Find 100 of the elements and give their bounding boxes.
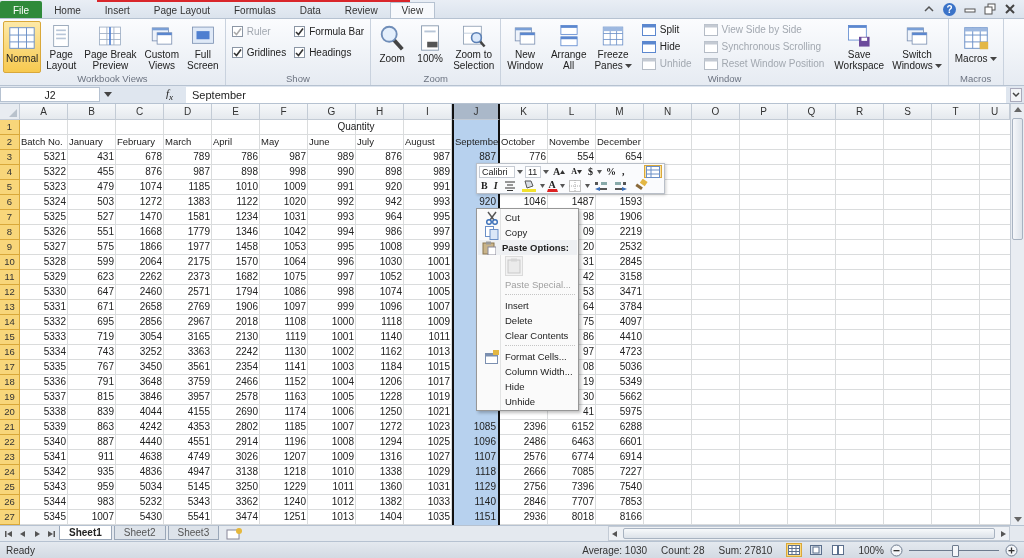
table-cell: 2845 bbox=[619, 256, 642, 267]
table-cell: 671 bbox=[97, 301, 114, 312]
table-cell: February bbox=[117, 136, 155, 147]
table-cell: 431 bbox=[97, 151, 114, 162]
table-cell: October bbox=[501, 136, 535, 147]
table-cell: 2242 bbox=[235, 346, 258, 357]
table-cell: 1010 bbox=[331, 466, 354, 477]
table-cell: 999 bbox=[433, 241, 450, 252]
table-cell: 1581 bbox=[187, 211, 210, 222]
table-cell: 3158 bbox=[619, 271, 642, 282]
table-cell: 2846 bbox=[523, 496, 546, 507]
table-cell: 1011 bbox=[332, 481, 354, 492]
table-cell: 1006 bbox=[331, 406, 354, 417]
table-cell: 1001 bbox=[427, 256, 450, 267]
table-cell: 695 bbox=[97, 316, 114, 327]
table-cell: 1163 bbox=[284, 391, 306, 402]
table-cell: 4097 bbox=[619, 316, 642, 327]
table-cell: 8166 bbox=[619, 511, 642, 522]
table-cell: 1005 bbox=[331, 391, 354, 402]
table-cell: 5321 bbox=[43, 151, 66, 162]
table-cell: 1360 bbox=[379, 481, 402, 492]
table-cell: 5975 bbox=[619, 406, 642, 417]
table-cell: 19 bbox=[582, 376, 594, 387]
table-cell: 5340 bbox=[43, 436, 66, 447]
table-cell: 1118 bbox=[381, 316, 402, 327]
table-cell: 98 bbox=[582, 211, 594, 222]
table-cell: 41 bbox=[582, 406, 594, 417]
table-cell: 1906 bbox=[235, 301, 258, 312]
table-cell: 2354 bbox=[235, 361, 258, 372]
table-cell: 1251 bbox=[283, 511, 306, 522]
table-cell: 998 bbox=[337, 286, 354, 297]
table-cell: 997 bbox=[337, 271, 354, 282]
table-cell: 654 bbox=[625, 151, 642, 162]
table-cell: 09 bbox=[582, 226, 594, 237]
table-cell: 20 bbox=[582, 241, 594, 252]
table-cell: 1118 bbox=[475, 466, 496, 477]
table-cell: 31 bbox=[582, 256, 594, 267]
table-cell: 1075 bbox=[283, 271, 306, 282]
table-cell: 623 bbox=[97, 271, 114, 282]
table-cell: 2460 bbox=[139, 286, 162, 297]
table-cell: 2936 bbox=[523, 511, 546, 522]
table-cell: 5328 bbox=[43, 256, 66, 267]
table-cell: 647 bbox=[97, 286, 114, 297]
table-cell: 999 bbox=[337, 301, 354, 312]
table-cell: 5339 bbox=[43, 421, 66, 432]
table-cell: 4440 bbox=[139, 436, 162, 447]
table-cell: 1008 bbox=[379, 241, 402, 252]
table-cell: 887 bbox=[97, 436, 114, 447]
table-cell: 5325 bbox=[43, 211, 66, 222]
table-cell: 5335 bbox=[43, 361, 66, 372]
table-cell: 4155 bbox=[187, 406, 210, 417]
table-cell: 1074 bbox=[379, 286, 402, 297]
table-cell: 920 bbox=[385, 181, 402, 192]
table-cell: 1228 bbox=[379, 391, 402, 402]
table-cell: 5541 bbox=[187, 511, 210, 522]
table-cell: 1023 bbox=[427, 421, 450, 432]
table-cell: 1218 bbox=[283, 466, 306, 477]
table-cell: 5034 bbox=[139, 481, 162, 492]
table-cell: 2175 bbox=[187, 256, 210, 267]
table-cell: 1316 bbox=[379, 451, 402, 462]
table-cell: 1668 bbox=[139, 226, 162, 237]
table-cell: 1129 bbox=[474, 481, 496, 492]
table-cell: 5343 bbox=[43, 481, 66, 492]
table-cell: 989 bbox=[337, 151, 354, 162]
table-cell: 1122 bbox=[236, 196, 258, 207]
table-cell: 1007 bbox=[427, 301, 450, 312]
table-cell: 1130 bbox=[284, 346, 306, 357]
table-cell: 997 bbox=[433, 226, 450, 237]
table-cell: 2769 bbox=[187, 301, 210, 312]
table-cell: July bbox=[357, 136, 374, 147]
table-cell: 3957 bbox=[187, 391, 210, 402]
table-cell: 1977 bbox=[187, 241, 210, 252]
table-cell: 6288 bbox=[619, 421, 642, 432]
table-cell: 3054 bbox=[139, 331, 162, 342]
table-cell: 1046 bbox=[523, 196, 546, 207]
table-cell: 5323 bbox=[43, 181, 66, 192]
table-cell: 4044 bbox=[139, 406, 162, 417]
table-cell: 6463 bbox=[571, 436, 594, 447]
table-cell: 7227 bbox=[619, 466, 642, 477]
table-cell: 5345 bbox=[43, 511, 66, 522]
table-cell: 1001 bbox=[331, 331, 354, 342]
table-cell: 911 bbox=[98, 451, 114, 462]
table-cell: 1085 bbox=[473, 421, 496, 432]
table-cell: Batch No. bbox=[21, 136, 63, 147]
table-cell: 4947 bbox=[187, 466, 210, 477]
table-cell: June bbox=[309, 136, 330, 147]
table-cell: 6774 bbox=[571, 451, 594, 462]
table-cell: 1030 bbox=[379, 256, 402, 267]
table-cell: 1794 bbox=[235, 286, 258, 297]
table-cell: 4749 bbox=[187, 451, 210, 462]
table-cell: 1052 bbox=[379, 271, 402, 282]
table-cell: 479 bbox=[97, 181, 114, 192]
table-cell: 1002 bbox=[331, 346, 354, 357]
table-cell: 3252 bbox=[139, 346, 162, 357]
table-cell: 1174 bbox=[284, 406, 306, 417]
table-cell: 7085 bbox=[571, 466, 594, 477]
table-cell: 767 bbox=[97, 361, 114, 372]
table-cell: 3561 bbox=[187, 361, 210, 372]
table-cell: 2486 bbox=[523, 436, 546, 447]
table-cell: 1240 bbox=[283, 496, 306, 507]
